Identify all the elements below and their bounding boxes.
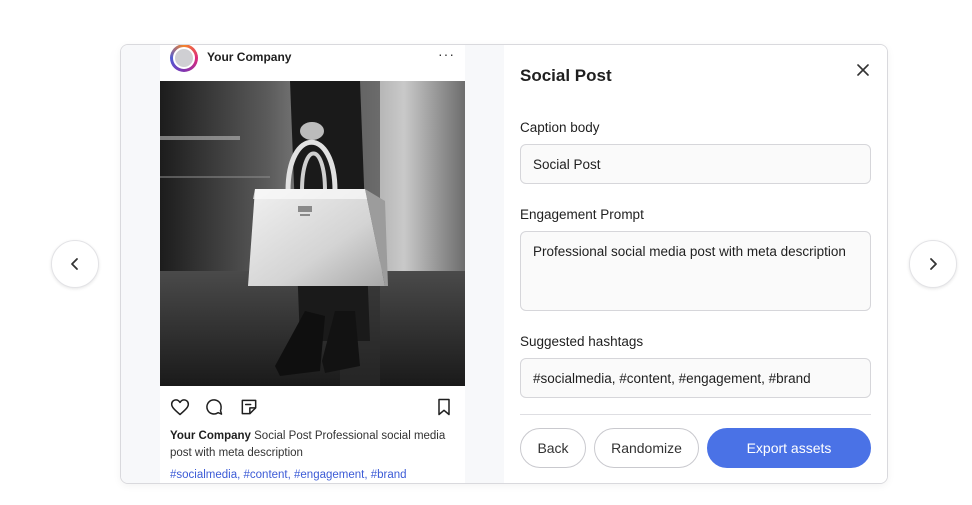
sticker-icon <box>241 399 257 415</box>
caption-body-label: Caption body <box>520 120 600 135</box>
post-editor-form: Social Post Caption body Engagement Prom… <box>504 45 887 483</box>
divider <box>520 414 871 415</box>
comment-icon <box>206 399 223 415</box>
suggested-hashtags-label: Suggested hashtags <box>520 334 644 349</box>
previous-slide-button[interactable] <box>51 240 99 288</box>
post-image <box>160 81 465 386</box>
heart-icon <box>170 399 190 416</box>
comment-button[interactable] <box>202 395 226 419</box>
engagement-prompt-label: Engagement Prompt <box>520 207 644 222</box>
social-post-card: Your Company ··· Your Company Social Pos… <box>120 44 888 484</box>
chevron-right-icon <box>930 258 937 270</box>
post-caption: Your Company Social Post Professional so… <box>170 428 460 462</box>
more-options-icon[interactable]: ··· <box>438 46 455 62</box>
post-account-name: Your Company <box>207 50 292 64</box>
chevron-left-icon <box>71 258 78 270</box>
bookmark-icon <box>438 398 450 416</box>
close-icon <box>857 64 869 76</box>
avatar <box>170 45 198 72</box>
caption-body-input[interactable] <box>520 144 871 184</box>
next-slide-button[interactable] <box>909 240 957 288</box>
like-button[interactable] <box>168 395 192 419</box>
post-preview-pane: Your Company ··· Your Company Social Pos… <box>121 45 504 483</box>
suggested-hashtags-input[interactable] <box>520 358 871 398</box>
caption-account-name: Your Company <box>170 430 251 442</box>
share-button[interactable] <box>237 395 261 419</box>
post-header: Your Company ··· <box>160 45 465 81</box>
engagement-prompt-textarea[interactable]: Professional social media post with meta… <box>520 231 871 311</box>
export-assets-button[interactable]: Export assets <box>707 428 871 468</box>
form-title: Social Post <box>520 66 612 85</box>
randomize-button[interactable]: Randomize <box>594 428 699 468</box>
save-button[interactable] <box>432 395 456 419</box>
post-hashtags[interactable]: #socialmedia, #content, #engagement, #br… <box>170 469 460 481</box>
post-preview: Your Company ··· Your Company Social Pos… <box>160 45 465 483</box>
back-button[interactable]: Back <box>520 428 586 468</box>
post-action-bar <box>160 395 465 419</box>
close-button[interactable] <box>853 60 873 80</box>
